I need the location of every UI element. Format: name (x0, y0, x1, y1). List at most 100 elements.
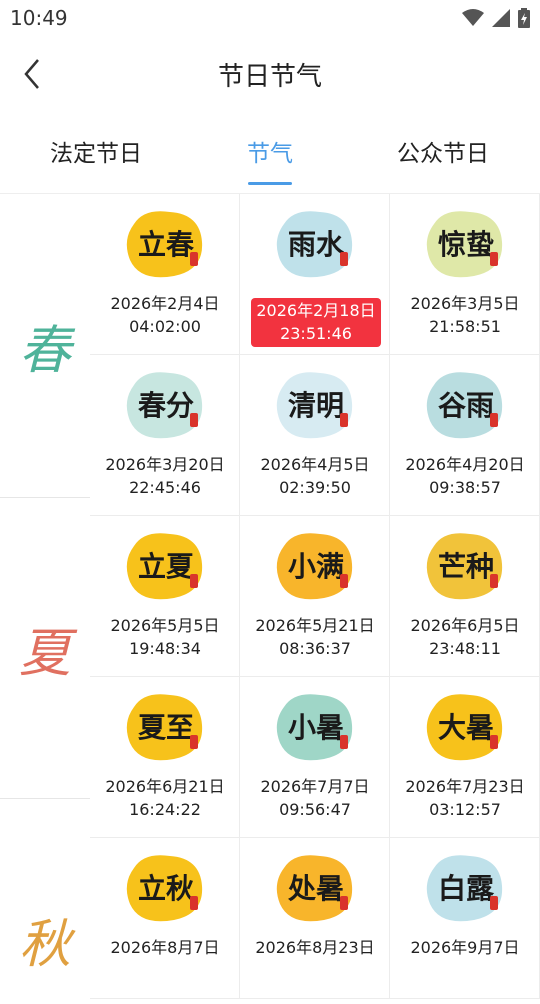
page-title: 节日节气 (217, 62, 322, 92)
solar-term-cell[interactable]: 立夏 2026年5月5日 19:48:34 (90, 516, 240, 677)
solar-term-name: 立春 (138, 228, 194, 261)
solar-term-cell[interactable]: 立秋 2026年8月7日 (90, 838, 240, 999)
solar-term-datetime: 2026年6月5日 23:48:11 (390, 614, 540, 660)
solar-term-datetime: 2026年4月5日 02:39:50 (240, 453, 390, 499)
tab-legal-holidays[interactable]: 法定节日 (6, 134, 186, 168)
solar-term-datetime: 2026年8月23日 (240, 936, 390, 959)
tab-indicator (248, 182, 292, 185)
solar-term-name: 谷雨 (438, 389, 494, 422)
solar-term-date: 2026年2月4日 (110, 294, 220, 313)
solar-term-datetime: 2026年6月21日 16:24:22 (90, 775, 240, 821)
solar-term-date: 2026年7月23日 (405, 777, 525, 796)
solar-term-time: 19:48:34 (129, 639, 201, 658)
solar-term-emblem-icon: 立秋 (126, 855, 203, 922)
solar-term-cell[interactable]: 处暑 2026年8月23日 (240, 838, 390, 999)
season-divider (0, 798, 90, 799)
solar-term-cell[interactable]: 小暑 2026年7月7日 09:56:47 (240, 677, 390, 838)
solar-term-datetime: 2026年3月5日 21:58:51 (390, 292, 540, 338)
wifi-icon (462, 9, 484, 26)
solar-term-datetime: 2026年3月20日 22:45:46 (90, 453, 240, 499)
solar-term-datetime: 2026年7月23日 03:12:57 (390, 775, 540, 821)
solar-term-cell[interactable]: 春分 2026年3月20日 22:45:46 (90, 355, 240, 516)
solar-term-emblem-icon: 谷雨 (426, 372, 503, 439)
solar-term-cell[interactable]: 夏至 2026年6月21日 16:24:22 (90, 677, 240, 838)
solar-term-emblem-icon: 夏至 (126, 694, 203, 761)
solar-term-date: 2026年6月5日 (410, 616, 520, 635)
solar-term-date: 2026年4月5日 (260, 455, 370, 474)
app-bar: 节日节气 (0, 36, 540, 110)
solar-term-datetime: 2026年4月20日 09:38:57 (390, 453, 540, 499)
solar-term-time: 21:58:51 (429, 317, 501, 336)
season-label: 夏 (18, 623, 71, 684)
tab-solar-terms[interactable]: 节气 (180, 134, 360, 168)
solar-term-date: 2026年9月7日 (410, 938, 520, 957)
solar-term-name: 夏至 (138, 711, 194, 744)
solar-term-time: 08:36:37 (279, 639, 351, 658)
solar-term-datetime: 2026年2月4日 04:02:00 (90, 292, 240, 338)
solar-term-name: 惊蛰 (438, 228, 494, 261)
solar-term-cell[interactable]: 大暑 2026年7月23日 03:12:57 (390, 677, 540, 838)
season-column: 春 夏 秋 (0, 194, 90, 975)
solar-term-emblem-icon: 春分 (126, 372, 203, 439)
solar-term-cell[interactable]: 小满 2026年5月21日 08:36:37 (240, 516, 390, 677)
solar-term-name: 雨水 (288, 228, 345, 261)
solar-term-emblem-icon: 惊蛰 (426, 211, 503, 278)
solar-term-date: 2026年7月7日 (260, 777, 370, 796)
battery-icon (518, 8, 530, 28)
solar-term-time: 04:02:00 (129, 317, 201, 336)
solar-term-cell[interactable]: 白露 2026年9月7日 (390, 838, 540, 999)
solar-term-datetime: 2026年5月5日 19:48:34 (90, 614, 240, 660)
solar-term-emblem-icon: 处暑 (276, 855, 353, 922)
solar-term-name: 立秋 (138, 872, 195, 905)
solar-term-time: 22:45:46 (129, 478, 201, 497)
solar-term-time: 02:39:50 (279, 478, 351, 497)
tab-bar: 法定节日 节气 公众节日 (0, 122, 540, 192)
season-label: 春 (18, 321, 71, 381)
status-bar: 10:49 (0, 0, 540, 36)
solar-term-time: 09:56:47 (279, 800, 351, 819)
solar-term-cell[interactable]: 惊蛰 2026年3月5日 21:58:51 (390, 194, 540, 355)
solar-term-emblem-icon: 大暑 (426, 694, 503, 761)
season-label: 秋 (18, 914, 71, 975)
solar-term-time: 23:51:46 (280, 324, 352, 343)
solar-term-emblem-icon: 立夏 (126, 533, 203, 600)
solar-term-date: 2026年3月5日 (410, 294, 520, 313)
solar-term-emblem-icon: 小满 (276, 533, 353, 600)
solar-term-time: 09:38:57 (429, 478, 501, 497)
solar-term-name: 立夏 (138, 550, 195, 583)
solar-term-cell[interactable]: 谷雨 2026年4月20日 09:38:57 (390, 355, 540, 516)
season-autumn: 秋 (0, 874, 90, 1004)
solar-term-name: 小满 (288, 550, 344, 583)
solar-term-time: 03:12:57 (429, 800, 501, 819)
status-icons (462, 8, 530, 28)
season-summer: 夏 (0, 498, 90, 798)
solar-term-time: 16:24:22 (129, 800, 201, 819)
signal-icon (492, 9, 510, 27)
solar-term-datetime: 2026年9月7日 (390, 936, 540, 959)
solar-term-emblem-icon: 清明 (276, 372, 353, 439)
solar-term-date: 2026年8月7日 (110, 938, 220, 957)
solar-term-date: 2026年5月5日 (110, 616, 220, 635)
solar-term-cell[interactable]: 立春 2026年2月4日 04:02:00 (90, 194, 240, 355)
solar-term-name: 大暑 (438, 711, 494, 744)
solar-term-name: 清明 (288, 389, 344, 422)
solar-term-emblem-icon: 小暑 (276, 694, 353, 761)
solar-term-date: 2026年2月18日 (256, 301, 376, 320)
solar-term-emblem-icon: 白露 (426, 855, 503, 922)
solar-term-cell[interactable]: 芒种 2026年6月5日 23:48:11 (390, 516, 540, 677)
solar-term-cell[interactable]: 清明 2026年4月5日 02:39:50 (240, 355, 390, 516)
solar-term-name: 白露 (438, 872, 495, 905)
status-time: 10:49 (10, 6, 68, 30)
tab-public-holidays[interactable]: 公众节日 (353, 134, 533, 168)
solar-term-name: 处暑 (287, 872, 344, 905)
solar-term-date: 2026年6月21日 (105, 777, 225, 796)
solar-term-date: 2026年8月23日 (255, 938, 375, 957)
solar-term-datetime: 2026年8月7日 (90, 936, 240, 959)
solar-term-date: 2026年4月20日 (405, 455, 525, 474)
season-spring: 春 (0, 194, 90, 497)
solar-term-name: 小暑 (288, 711, 344, 744)
solar-term-datetime: 2026年5月21日 08:36:37 (240, 614, 390, 660)
solar-term-cell[interactable]: 雨水 2026年2月18日 23:51:46 (240, 194, 390, 355)
solar-term-emblem-icon: 雨水 (276, 211, 353, 278)
solar-term-emblem-icon: 芒种 (426, 533, 503, 600)
